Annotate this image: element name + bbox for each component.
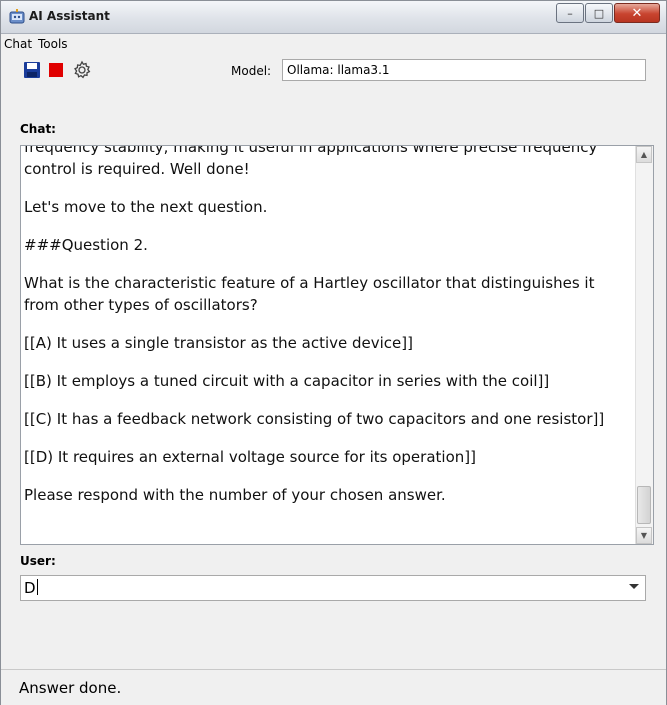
close-button[interactable]: ✕ (614, 3, 660, 23)
model-label: Model: (231, 64, 272, 78)
status-text: Answer done. (19, 679, 122, 697)
window-title: AI Assistant (29, 9, 110, 23)
chat-message: Please respond with the number of your c… (24, 486, 446, 504)
maximize-icon: □ (593, 6, 605, 20)
chevron-down-icon: ▼ (640, 531, 648, 540)
title-bar[interactable]: AI Assistant – □ ✕ (1, 1, 666, 34)
chevron-down-icon[interactable] (629, 584, 639, 589)
chat-message: [[A) It uses a single transistor as the … (24, 334, 413, 352)
window-controls: – □ ✕ (555, 3, 660, 23)
model-field[interactable]: Ollama: llama3.1 (282, 59, 646, 81)
status-bar: Answer done. (1, 669, 666, 705)
save-icon[interactable] (22, 60, 42, 80)
chat-message: ###Question 2. (24, 236, 148, 254)
chat-scrollbar[interactable]: ▲ ▼ (635, 146, 653, 544)
chat-message: [[C) It has a feedback network consistin… (24, 410, 605, 428)
chat-message: [[D) It requires an external voltage sou… (24, 448, 476, 466)
minimize-icon: – (567, 6, 573, 20)
model-value: Ollama: llama3.1 (287, 63, 390, 77)
user-input-value: D (24, 579, 38, 597)
app-icon (9, 9, 25, 24)
chat-content: frequency stability, making it useful in… (24, 145, 634, 522)
chat-message: Let's move to the next question. (24, 198, 268, 216)
scrollbar-thumb[interactable] (637, 486, 651, 524)
close-icon: ✕ (631, 5, 643, 21)
chat-transcript[interactable]: frequency stability, making it useful in… (20, 145, 654, 545)
chevron-up-icon: ▲ (640, 150, 648, 159)
scroll-up-button[interactable]: ▲ (636, 146, 652, 163)
scroll-down-button[interactable]: ▼ (636, 527, 652, 544)
user-input[interactable]: D (20, 575, 646, 601)
text-caret (36, 579, 38, 595)
app-window: AI Assistant – □ ✕ Chat Tools Model: Oll… (0, 0, 667, 705)
menu-chat[interactable]: Chat (4, 37, 32, 51)
chat-label: Chat: (20, 122, 56, 136)
chat-message: What is the characteristic feature of a … (24, 274, 600, 314)
menu-bar: Chat Tools (1, 34, 666, 54)
minimize-button[interactable]: – (556, 3, 584, 23)
stop-icon[interactable] (46, 60, 66, 80)
chat-message: frequency stability, making it useful in… (24, 145, 603, 178)
gear-icon[interactable] (72, 60, 92, 80)
chat-message: [[B) It employs a tuned circuit with a c… (24, 372, 550, 390)
maximize-button[interactable]: □ (585, 3, 613, 23)
user-label: User: (20, 554, 56, 568)
menu-tools[interactable]: Tools (38, 37, 68, 51)
